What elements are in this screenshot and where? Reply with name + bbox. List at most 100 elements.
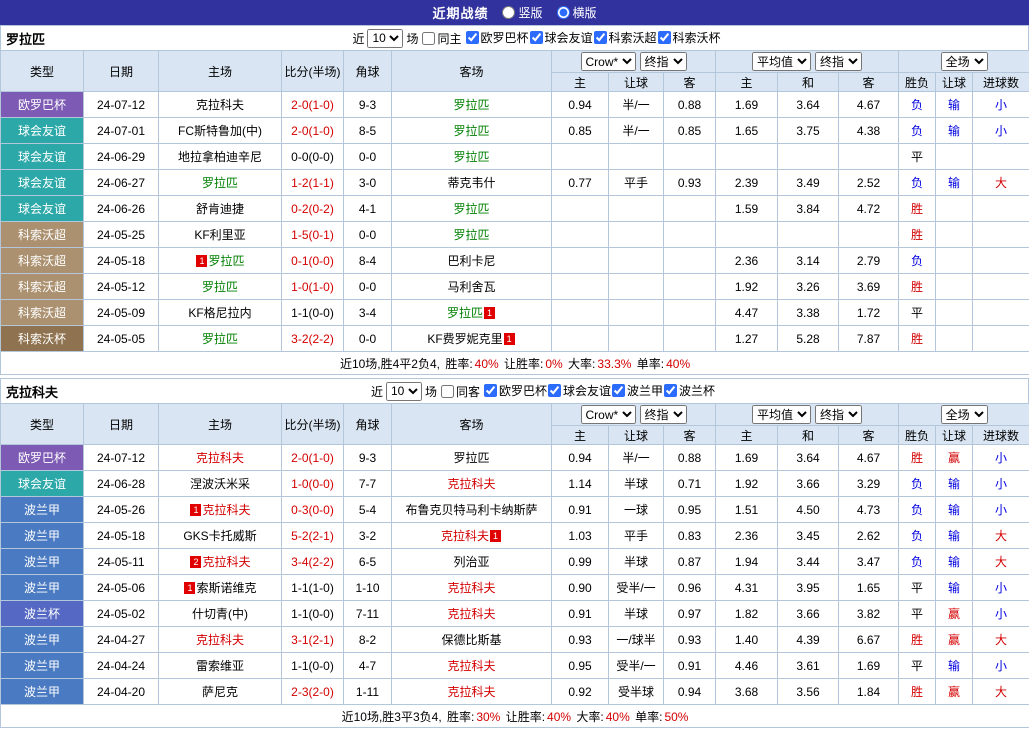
score-cell[interactable]: 2-3(2-0) <box>282 679 344 705</box>
score-cell[interactable]: 1-1(0-0) <box>282 653 344 679</box>
team-name-link[interactable]: 罗拉匹 <box>453 202 489 216</box>
handicap-result-cell: 输 <box>936 523 973 549</box>
league-filter[interactable]: 科索沃超 <box>593 29 657 46</box>
score-cell[interactable]: 0-2(0-2) <box>282 196 344 222</box>
league-filter[interactable]: 球会友谊 <box>529 29 593 46</box>
team-name-link[interactable]: 罗拉匹 <box>453 228 489 242</box>
league-checkbox[interactable] <box>466 31 479 44</box>
team-name-link[interactable]: 罗拉匹 <box>202 332 238 346</box>
team-name-link[interactable]: 索斯诺维克 <box>196 581 256 595</box>
same-venue-checkbox[interactable] <box>441 385 454 398</box>
team-name-link[interactable]: 什切青(中) <box>192 607 248 621</box>
score-cell[interactable]: 2-0(1-0) <box>282 92 344 118</box>
team-name-link[interactable]: 克拉科夫 <box>447 607 495 621</box>
team-name-link[interactable]: 萨尼克 <box>202 685 238 699</box>
layout-vertical-option[interactable]: 竖版 <box>502 4 542 21</box>
scope-select[interactable]: 全场 <box>941 52 988 71</box>
league-checkbox[interactable] <box>594 31 607 44</box>
team-name-link[interactable]: 罗拉匹 <box>208 254 244 268</box>
same-venue-filter[interactable]: 同客 <box>440 383 480 400</box>
league-filter[interactable]: 球会友谊 <box>547 382 611 399</box>
same-venue-filter[interactable]: 同主 <box>421 30 461 47</box>
team-name-link[interactable]: KF格尼拉内 <box>188 306 251 320</box>
score-cell[interactable]: 1-0(0-0) <box>282 471 344 497</box>
team-name-link[interactable]: 克拉科夫 <box>196 633 244 647</box>
score-cell[interactable]: 1-1(0-0) <box>282 601 344 627</box>
horizontal-layout-radio[interactable] <box>557 6 570 19</box>
score-cell[interactable]: 0-1(0-0) <box>282 248 344 274</box>
score-cell[interactable]: 0-3(0-0) <box>282 497 344 523</box>
same-venue-checkbox[interactable] <box>422 32 435 45</box>
team-name-link[interactable]: 克拉科夫 <box>447 659 495 673</box>
team-name-link[interactable]: 罗拉匹 <box>453 124 489 138</box>
team-name-link[interactable]: 罗拉匹 <box>453 451 489 465</box>
score-cell[interactable]: 5-2(2-1) <box>282 523 344 549</box>
avg-away-cell: 2.62 <box>839 523 899 549</box>
avg-odds-select[interactable]: 平均值 <box>752 405 811 424</box>
league-checkbox[interactable] <box>664 384 677 397</box>
team-name-link[interactable]: 列治亚 <box>453 555 489 569</box>
score-cell[interactable]: 3-4(2-2) <box>282 549 344 575</box>
vertical-layout-radio[interactable] <box>502 6 515 19</box>
team-name-link[interactable]: 地拉拿柏迪辛尼 <box>178 150 262 164</box>
team-name-link[interactable]: GKS卡托威斯 <box>183 529 256 543</box>
league-checkbox[interactable] <box>484 384 497 397</box>
avg-odds-select[interactable]: 平均值 <box>752 52 811 71</box>
match-count-select[interactable]: 10 <box>386 382 422 401</box>
odds-company-select[interactable]: Crow* <box>581 405 636 424</box>
league-filter[interactable]: 欧罗巴杯 <box>483 382 547 399</box>
team-name-link[interactable]: 罗拉匹 <box>202 280 238 294</box>
team-name-link[interactable]: 涅波沃米采 <box>190 477 250 491</box>
team-name-link[interactable]: 布鲁克贝特马利卡纳斯萨 <box>405 503 537 517</box>
team-name-link[interactable]: 雷索维亚 <box>196 659 244 673</box>
avg-stage-select[interactable]: 终指 <box>815 52 862 71</box>
team-name-link[interactable]: 克拉科夫 <box>202 503 250 517</box>
score-cell[interactable]: 3-2(2-2) <box>282 326 344 352</box>
league-checkbox[interactable] <box>530 31 543 44</box>
league-filter[interactable]: 波兰杯 <box>663 382 715 399</box>
team-name-link[interactable]: KF费罗妮克里 <box>427 332 502 346</box>
team-name-link[interactable]: 克拉科夫 <box>447 581 495 595</box>
score-cell[interactable]: 1-2(1-1) <box>282 170 344 196</box>
layout-horizontal-option[interactable]: 横版 <box>557 4 597 21</box>
team-name-link[interactable]: 克拉科夫 <box>441 529 489 543</box>
team-name-link[interactable]: 克拉科夫 <box>196 451 244 465</box>
league-checkbox[interactable] <box>658 31 671 44</box>
score-cell[interactable]: 1-0(1-0) <box>282 274 344 300</box>
team-name-link[interactable]: 蒂克韦什 <box>447 176 495 190</box>
team-name-link[interactable]: FC斯特鲁加(中) <box>178 124 262 138</box>
odds-stage-select[interactable]: 终指 <box>640 405 687 424</box>
team-name-link[interactable]: 舒肯迪捷 <box>196 202 244 216</box>
team-name-link[interactable]: 克拉科夫 <box>447 685 495 699</box>
team-name-link[interactable]: 罗拉匹 <box>447 306 483 320</box>
score-cell[interactable]: 3-1(2-1) <box>282 627 344 653</box>
league-checkbox[interactable] <box>612 384 625 397</box>
team-name-link[interactable]: 克拉科夫 <box>202 555 250 569</box>
handicap-result-cell <box>936 326 973 352</box>
odds-stage-select[interactable]: 终指 <box>640 52 687 71</box>
team-name-link[interactable]: 马利舍瓦 <box>447 280 495 294</box>
team-name-link[interactable]: 罗拉匹 <box>202 176 238 190</box>
league-filter[interactable]: 波兰甲 <box>611 382 663 399</box>
score-cell[interactable]: 1-5(0-1) <box>282 222 344 248</box>
avg-stage-select[interactable]: 终指 <box>815 405 862 424</box>
team-name-link[interactable]: 罗拉匹 <box>453 150 489 164</box>
score-cell[interactable]: 0-0(0-0) <box>282 144 344 170</box>
team-name-link[interactable]: KF利里亚 <box>194 228 245 242</box>
team-name-link[interactable]: 克拉科夫 <box>196 98 244 112</box>
scope-select[interactable]: 全场 <box>941 405 988 424</box>
league-checkbox[interactable] <box>548 384 561 397</box>
team-name-link[interactable]: 保德比斯基 <box>441 633 501 647</box>
score-cell[interactable]: 2-0(1-0) <box>282 118 344 144</box>
score-cell[interactable]: 1-1(1-0) <box>282 575 344 601</box>
league-filter[interactable]: 科索沃杯 <box>657 29 721 46</box>
match-count-select[interactable]: 10 <box>367 29 403 48</box>
score-cell[interactable]: 1-1(0-0) <box>282 300 344 326</box>
odds-company-select[interactable]: Crow* <box>581 52 636 71</box>
league-filter[interactable]: 欧罗巴杯 <box>465 29 529 46</box>
match-date-cell: 24-05-12 <box>84 274 159 300</box>
team-name-link[interactable]: 巴利卡尼 <box>447 254 495 268</box>
team-name-link[interactable]: 罗拉匹 <box>453 98 489 112</box>
score-cell[interactable]: 2-0(1-0) <box>282 445 344 471</box>
team-name-link[interactable]: 克拉科夫 <box>447 477 495 491</box>
